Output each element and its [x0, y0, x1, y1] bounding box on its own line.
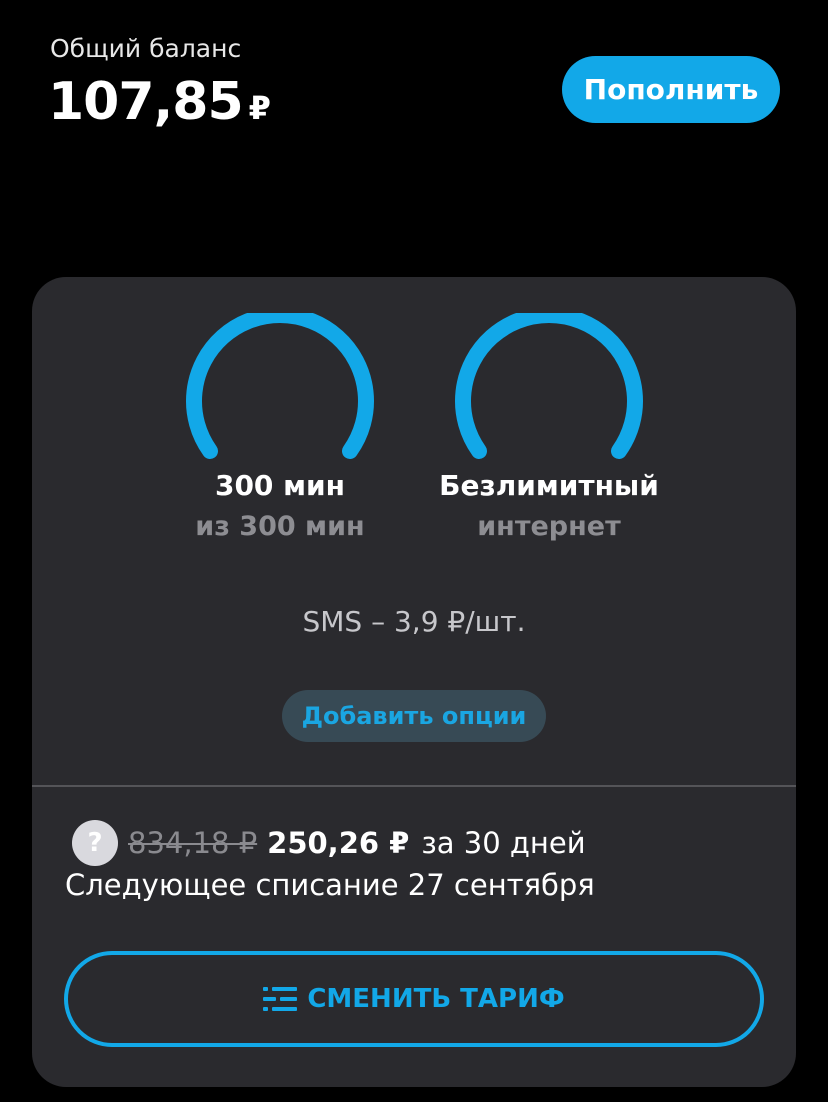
tariff-card: 300 мин из 300 мин Безлимитный интернет …: [32, 277, 796, 1087]
internet-gauge-arc: [455, 313, 643, 459]
billing-period: за 30 дней: [421, 826, 586, 860]
sms-price-note: SMS – 3,9 ₽/шт.: [302, 605, 526, 638]
change-plan-button[interactable]: СМЕНИТЬ ТАРИФ: [64, 951, 764, 1047]
balance-currency: ₽: [248, 89, 271, 127]
price-row: ? 834,18 ₽ 250,26 ₽ за 30 дней: [72, 820, 586, 866]
minutes-gauge-title: 300 мин: [214, 469, 346, 502]
add-options-button[interactable]: Добавить опции: [282, 690, 546, 742]
minutes-gauge-subtitle: из 300 мин: [195, 511, 365, 542]
balance-label: Общий баланс: [50, 34, 242, 63]
change-plan-label: СМЕНИТЬ ТАРИФ: [307, 984, 565, 1014]
card-divider: [32, 785, 796, 787]
minutes-gauge: [182, 313, 378, 473]
internet-gauge-title: Безлимитный: [439, 469, 659, 502]
new-price: 250,26 ₽: [267, 826, 410, 860]
old-price: 834,18 ₽: [128, 826, 258, 860]
sliders-list-icon: [263, 987, 298, 1011]
next-charge-date: Следующее списание 27 сентября: [65, 868, 595, 902]
balance-amount: 107,85: [48, 72, 244, 132]
internet-gauge: [451, 313, 647, 473]
balance-value: 107,85 ₽: [48, 72, 271, 132]
question-icon[interactable]: ?: [72, 820, 118, 866]
topup-button[interactable]: Пополнить: [562, 56, 780, 123]
internet-gauge-subtitle: интернет: [477, 511, 621, 542]
minutes-gauge-arc: [186, 313, 374, 459]
